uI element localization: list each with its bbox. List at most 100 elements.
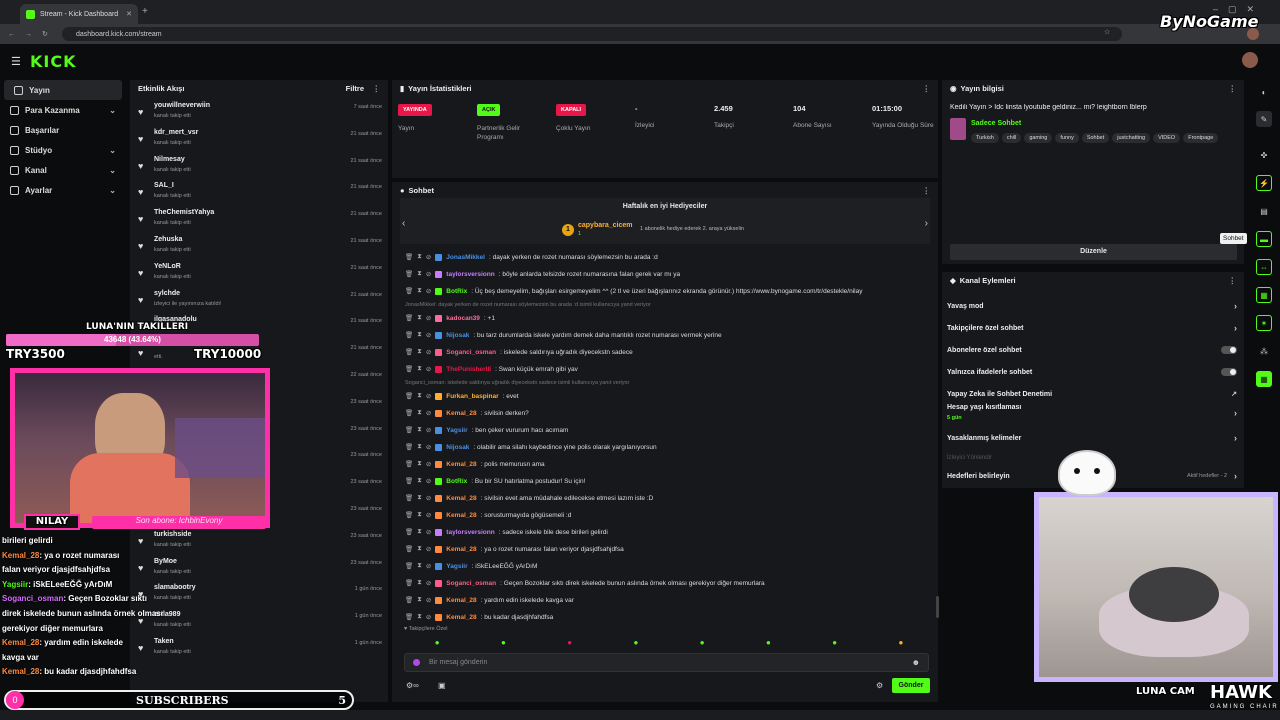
chat-message[interactable]: 🗑 ⧗ ⊘ Kemal_28: ya o rozet numarası falan v… — [405, 542, 935, 556]
filter-button[interactable]: Filtre — [346, 84, 364, 93]
ban-icon[interactable]: ⊘ — [426, 528, 431, 536]
sidebar-item-studyo[interactable]: Stüdyo ⌄ — [0, 140, 126, 160]
delete-icon[interactable]: 🗑 — [405, 494, 413, 502]
delete-icon[interactable]: 🗑 — [405, 477, 413, 485]
ban-icon[interactable]: ⊘ — [426, 562, 431, 570]
chat-message[interactable]: 🗑 ⧗ ⊘ ThePunisherIII: Swan küçük emrah gibi… — [405, 362, 935, 376]
delete-icon[interactable]: 🗑 — [405, 613, 413, 621]
chat-username[interactable]: Kemal_28 — [446, 546, 476, 553]
chat-message[interactable]: 🗑 ⧗ ⊘ Furkan_baspinar: evet — [405, 389, 935, 403]
chat-username[interactable]: Yagsiir — [446, 563, 467, 570]
timeout-icon[interactable]: ⧗ — [417, 528, 422, 536]
timeout-icon[interactable]: ⧗ — [417, 460, 422, 468]
chat-message[interactable]: 🗑 ⧗ ⊘ Kemal_28: polis memurusn ama — [405, 457, 935, 471]
browser-tab[interactable]: Stream - Kick Dashboard ✕ — [20, 4, 138, 24]
delete-icon[interactable]: 🗑 — [405, 579, 413, 587]
emote-icon[interactable]: ● — [633, 638, 638, 647]
timeout-icon[interactable]: ⧗ — [417, 613, 422, 621]
activity-row[interactable]: ♥ turkishside kanalı takip etti 23 saat önc… — [138, 529, 386, 555]
more-options-icon[interactable]: ⋮ — [1229, 84, 1237, 93]
chat-username[interactable]: BotRix — [446, 288, 467, 295]
emote-only-toggle[interactable] — [1221, 368, 1237, 376]
chat-username[interactable]: taylorsversionn — [446, 529, 494, 536]
delete-icon[interactable]: 🗑 — [405, 287, 413, 295]
share-icon[interactable]: ⁂ — [1256, 343, 1272, 359]
chat-input[interactable]: Bir mesaj gönderin ☻ — [404, 653, 929, 672]
activity-row[interactable]: ♥ Nilmesay kanalı takip etti 21 saat önce — [138, 154, 386, 180]
account-age-row[interactable]: Hesap yaşı kısıtlaması 5 gün › — [947, 404, 1239, 426]
gift-icon[interactable]: ▣ — [438, 681, 446, 690]
ban-icon[interactable]: ⊘ — [426, 613, 431, 621]
timeout-icon[interactable]: ⧗ — [417, 545, 422, 553]
timeout-icon[interactable]: ⧗ — [417, 426, 422, 434]
delete-icon[interactable]: 🗑 — [405, 562, 413, 570]
followers-only-row[interactable]: Takipçilere özel sohbet › — [947, 319, 1239, 337]
sidebar-item-para-kazanma[interactable]: Para Kazanma ⌄ — [0, 100, 126, 120]
edit-button[interactable]: Düzenle — [950, 244, 1237, 260]
user-avatar[interactable] — [1242, 52, 1258, 68]
delete-icon[interactable]: 🗑 — [405, 392, 413, 400]
emote-icon[interactable]: ● — [832, 638, 837, 647]
chat-username[interactable]: Nijosak — [446, 332, 469, 339]
ban-icon[interactable]: ⊘ — [426, 270, 431, 278]
url-field[interactable]: dashboard.kick.com/stream — [62, 27, 1122, 41]
chat-message[interactable]: 🗑 ⧗ ⊘ kadocan39: +1 — [405, 311, 935, 325]
delete-icon[interactable]: 🗑 — [405, 270, 413, 278]
chat-username[interactable]: Kemal_28 — [446, 461, 476, 468]
chat-username[interactable]: Kemal_28 — [446, 410, 476, 417]
chat-message[interactable]: 🗑 ⧗ ⊘ taylorsversionn: böyle anlarda telsiz… — [405, 267, 935, 281]
ban-icon[interactable]: ⊘ — [426, 287, 431, 295]
ai-moderation-row[interactable]: Yapay Zeka ile Sohbet Denetimi ↗ — [947, 385, 1239, 403]
chat-username[interactable]: Soganci_osman — [446, 580, 496, 587]
timeout-icon[interactable]: ⧗ — [417, 511, 422, 519]
emote-icon[interactable]: ● — [766, 638, 771, 647]
send-button[interactable]: Gönder — [892, 678, 930, 693]
chat-message[interactable]: 🗑 ⧗ ⊘ Kemal_28: sivilsin evet ama müdahale … — [405, 491, 935, 505]
chat-message[interactable]: 🗑 ⧗ ⊘ JonasMikkel: dayak yerken de rozet nu… — [405, 250, 935, 264]
ban-icon[interactable]: ⊘ — [426, 392, 431, 400]
chat-username[interactable]: Nijosak — [446, 444, 469, 451]
chat-username[interactable]: BotRix — [446, 478, 467, 485]
next-arrow-icon[interactable]: › — [925, 218, 928, 229]
activity-row[interactable]: ♥ sylchde izleyici ile yayınınıza katıldı!… — [138, 288, 386, 314]
delete-icon[interactable]: 🗑 — [405, 314, 413, 322]
timeout-icon[interactable]: ⧗ — [417, 270, 422, 278]
sidebar-item-kanal[interactable]: Kanal ⌄ — [0, 160, 126, 180]
ban-icon[interactable]: ⊘ — [426, 511, 431, 519]
ban-icon[interactable]: ⊘ — [426, 365, 431, 373]
chat-message[interactable]: 🗑 ⧗ ⊘ Kemal_28: sivilsin derken? — [405, 406, 935, 420]
chat-message[interactable]: 🗑 ⧗ ⊘ BotRix: Üç beş demeyelim, bağışları e… — [405, 284, 935, 298]
chat-username[interactable]: Furkan_baspinar — [446, 393, 498, 400]
top-gifter-name[interactable]: capybara_cicem — [578, 222, 632, 229]
calendar-icon[interactable]: ▦ — [1256, 371, 1272, 387]
sidebar-item-basarilar[interactable]: Başarılar — [0, 120, 126, 140]
timeout-icon[interactable]: ⧗ — [417, 596, 422, 604]
new-tab-icon[interactable]: + — [142, 6, 148, 17]
chat-message[interactable]: 🗑 ⧗ ⊘ Nijosak: bu tarz durumlarda iskele ya… — [405, 328, 935, 342]
chat-scrollbar[interactable] — [936, 596, 939, 618]
timeout-icon[interactable]: ⧗ — [417, 409, 422, 417]
activity-row[interactable]: ♥ TheChemistYahya kanalı takip etti 21 saat… — [138, 207, 386, 233]
timeout-icon[interactable]: ⧗ — [417, 494, 422, 502]
chat-message[interactable]: 🗑 ⧗ ⊘ Soganci_osman: iskelede saldırıya uğr… — [405, 345, 935, 359]
kick-logo[interactable]: KICK — [30, 52, 77, 71]
chat-username[interactable]: Kemal_28 — [446, 495, 476, 502]
ban-icon[interactable]: ⊘ — [426, 545, 431, 553]
chat-username[interactable]: ThePunisherIII — [446, 366, 491, 373]
chat-username[interactable]: Kemal_28 — [446, 614, 476, 621]
chat-bubble-icon[interactable]: ▬ — [1256, 231, 1272, 247]
close-tab-icon[interactable]: ✕ — [126, 10, 132, 18]
more-options-icon[interactable]: ⋮ — [1229, 276, 1237, 285]
chat-message[interactable]: 🗑 ⧗ ⊘ Nijosak: olabilir ama silahı kaybedin… — [405, 440, 935, 454]
timeout-icon[interactable]: ⧗ — [417, 443, 422, 451]
timeout-icon[interactable]: ⧗ — [417, 562, 422, 570]
chat-username[interactable]: taylorsversionn — [446, 271, 494, 278]
activity-row[interactable]: ♥ arda989 kanalı takip etti 1 gün önce — [138, 609, 386, 635]
ban-icon[interactable]: ⊘ — [426, 253, 431, 261]
activity-row[interactable]: ♥ Zehuska kanalı takip etti 21 saat önce — [138, 234, 386, 260]
chat-message[interactable]: 🗑 ⧗ ⊘ Kemal_28: sorusturmayıda gögüsemeli :… — [405, 508, 935, 522]
activity-row[interactable]: ♥ SAL_I kanalı takip etti 21 saat önce — [138, 180, 386, 206]
chat-username[interactable]: Kemal_28 — [446, 512, 476, 519]
ban-icon[interactable]: ⊘ — [426, 348, 431, 356]
timeout-icon[interactable]: ⧗ — [417, 253, 422, 261]
